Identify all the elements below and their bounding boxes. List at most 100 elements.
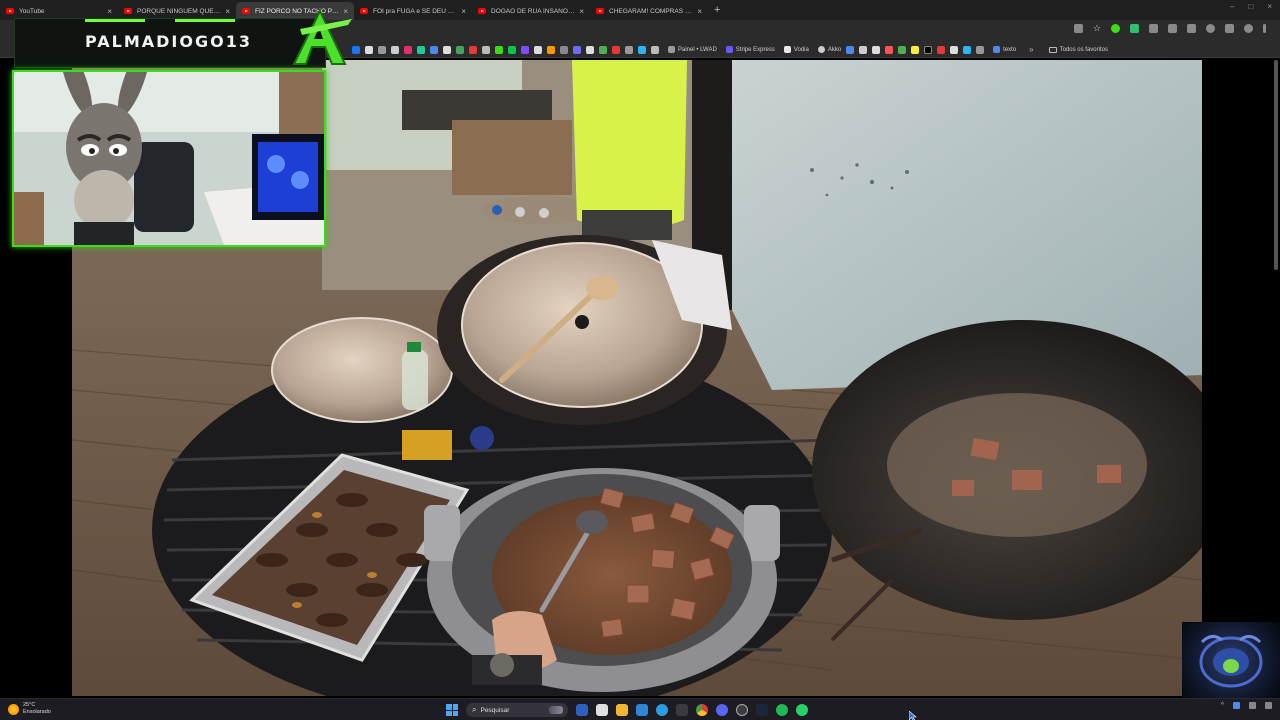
bookmark-stripe-express[interactable]: Stripe Express [725, 46, 775, 53]
streamer-name: PALMADIOGO13 [85, 32, 252, 51]
all-bookmarks-button[interactable]: Todos os favoritos [1048, 46, 1108, 53]
file-explorer-icon[interactable] [616, 704, 628, 716]
bookmark-texto[interactable]: texto [993, 46, 1016, 53]
bookmark-icon[interactable] [534, 45, 542, 54]
volume-icon[interactable] [1265, 702, 1272, 709]
tab-video-6[interactable]: CHEGARAM! COMPRAS DA SE... × [590, 2, 708, 20]
close-tab-icon[interactable]: × [697, 7, 702, 16]
task-view-icon[interactable] [596, 704, 608, 716]
bookmark-icon[interactable] [924, 45, 933, 54]
store-icon[interactable] [636, 704, 648, 716]
texto-icon [993, 46, 1001, 53]
bookmark-icon[interactable] [586, 45, 594, 54]
youtube-icon [478, 8, 486, 14]
bookmark-icon[interactable] [456, 45, 464, 54]
bookmark-label: Painel • LWAD [678, 46, 717, 53]
extensions-puzzle-icon[interactable] [1168, 24, 1177, 33]
audio-icon[interactable] [1149, 24, 1158, 33]
bookmark-icon[interactable] [937, 45, 946, 54]
bookmark-icon[interactable] [638, 45, 646, 54]
spotify-icon[interactable] [776, 704, 788, 716]
x-bookmark-icon[interactable] [365, 45, 373, 54]
tray-app-icon[interactable] [1233, 702, 1240, 709]
menu-kebab-icon[interactable] [1263, 24, 1266, 33]
tray-overflow-chevron-icon[interactable]: ^ [1221, 702, 1224, 709]
bookmark-icon[interactable] [482, 45, 490, 54]
weather-text: 25°C Ensolarado [23, 702, 51, 716]
profile-avatar-icon[interactable] [1244, 24, 1253, 33]
new-tab-button[interactable]: + [714, 2, 720, 20]
creature-logo-icon [1199, 635, 1263, 688]
streamer-logo-icon [292, 9, 352, 65]
bookmark-icon[interactable] [599, 45, 607, 54]
bookmark-icon[interactable] [651, 45, 659, 54]
bookmark-icon[interactable] [846, 45, 855, 54]
bookmark-icon[interactable] [391, 45, 399, 54]
weather-widget[interactable]: 25°C Ensolarado [8, 702, 51, 716]
bookmark-icon[interactable] [469, 45, 477, 54]
tab-video-5[interactable]: DOGÃO DE RUA INSANO..."O... × [472, 2, 590, 20]
bookmark-icon[interactable] [417, 45, 425, 54]
bookmark-icon[interactable] [950, 45, 959, 54]
close-tab-icon[interactable]: × [579, 7, 584, 16]
bookmark-icon[interactable] [560, 45, 568, 54]
bookmark-star-icon[interactable]: ☆ [1093, 24, 1101, 33]
bookmark-icon[interactable] [547, 45, 555, 54]
maximize-button[interactable]: □ [1248, 2, 1253, 11]
tab-title: DOGÃO DE RUA INSANO..."O... [491, 7, 576, 15]
bookmark-icon[interactable] [378, 45, 386, 54]
bookmark-icon[interactable] [898, 45, 907, 54]
bookmark-vodia[interactable]: Vodia [783, 46, 809, 53]
mail-icon[interactable] [676, 704, 688, 716]
bookmark-icon[interactable] [911, 45, 920, 54]
history-icon[interactable] [1206, 24, 1215, 33]
instagram-bookmark-icon[interactable] [404, 45, 412, 54]
steam-icon[interactable] [756, 704, 768, 716]
sidebar-icon[interactable] [1225, 24, 1234, 33]
all-bookmarks-label: Todos os favoritos [1059, 46, 1108, 53]
bookmark-icon[interactable] [625, 45, 633, 54]
screen: YouTube × PORQUE NINGUÉM QUER VIR ... × … [0, 0, 1280, 720]
discord-icon[interactable] [716, 704, 728, 716]
bookmark-icon[interactable] [872, 45, 881, 54]
youtube-icon [242, 8, 250, 14]
bookmark-icon[interactable] [443, 45, 451, 54]
browser-tab-strip: YouTube × PORQUE NINGUÉM QUER VIR ... × … [0, 0, 1280, 20]
bookmark-icon[interactable] [508, 45, 516, 54]
bookmark-icon[interactable] [521, 45, 529, 54]
tab-video-4[interactable]: FOI pra FUGA e SE DEU MAL -... × [354, 2, 472, 20]
minimize-button[interactable]: – [1230, 2, 1234, 11]
edge-icon[interactable] [656, 704, 668, 716]
bookmark-icon[interactable] [573, 45, 581, 54]
vodia-icon [783, 46, 791, 53]
close-tab-icon[interactable]: × [461, 7, 466, 16]
github-icon[interactable] [736, 704, 748, 716]
chrome-icon[interactable] [696, 704, 708, 716]
bookmark-akko[interactable]: Akko [817, 46, 841, 53]
cast-icon[interactable] [1073, 24, 1083, 33]
close-tab-icon[interactable]: × [225, 7, 230, 16]
network-icon[interactable] [1249, 702, 1256, 709]
taskbar-search[interactable]: ⌕ Pesquisar [466, 703, 568, 717]
split-icon[interactable] [1187, 24, 1196, 33]
bookmark-icon[interactable] [612, 45, 620, 54]
extension-icon[interactable] [1130, 24, 1139, 33]
youtube-icon [596, 8, 604, 14]
bookmark-icon[interactable] [885, 45, 894, 54]
bookmark-painel-lwad[interactable]: Painel • LWAD [668, 46, 717, 53]
copilot-icon[interactable] [576, 704, 588, 716]
bookmark-label: Stripe Express [735, 46, 775, 53]
windows-start-icon[interactable] [446, 704, 458, 716]
bookmark-icon[interactable] [963, 45, 972, 54]
extension-green-icon[interactable] [1111, 24, 1120, 33]
system-tray: ^ [1221, 702, 1280, 709]
bookmark-icon[interactable] [495, 45, 503, 54]
whatsapp-icon[interactable] [796, 704, 808, 716]
bookmark-icon[interactable] [430, 45, 438, 54]
bookmark-icon[interactable] [859, 45, 868, 54]
bookmarks-overflow-button[interactable]: » [1029, 45, 1033, 54]
bookmark-icon[interactable] [976, 45, 985, 54]
page-scrollbar[interactable] [1274, 60, 1278, 270]
close-tab-icon[interactable]: × [107, 7, 112, 16]
close-window-button[interactable]: × [1267, 2, 1272, 11]
